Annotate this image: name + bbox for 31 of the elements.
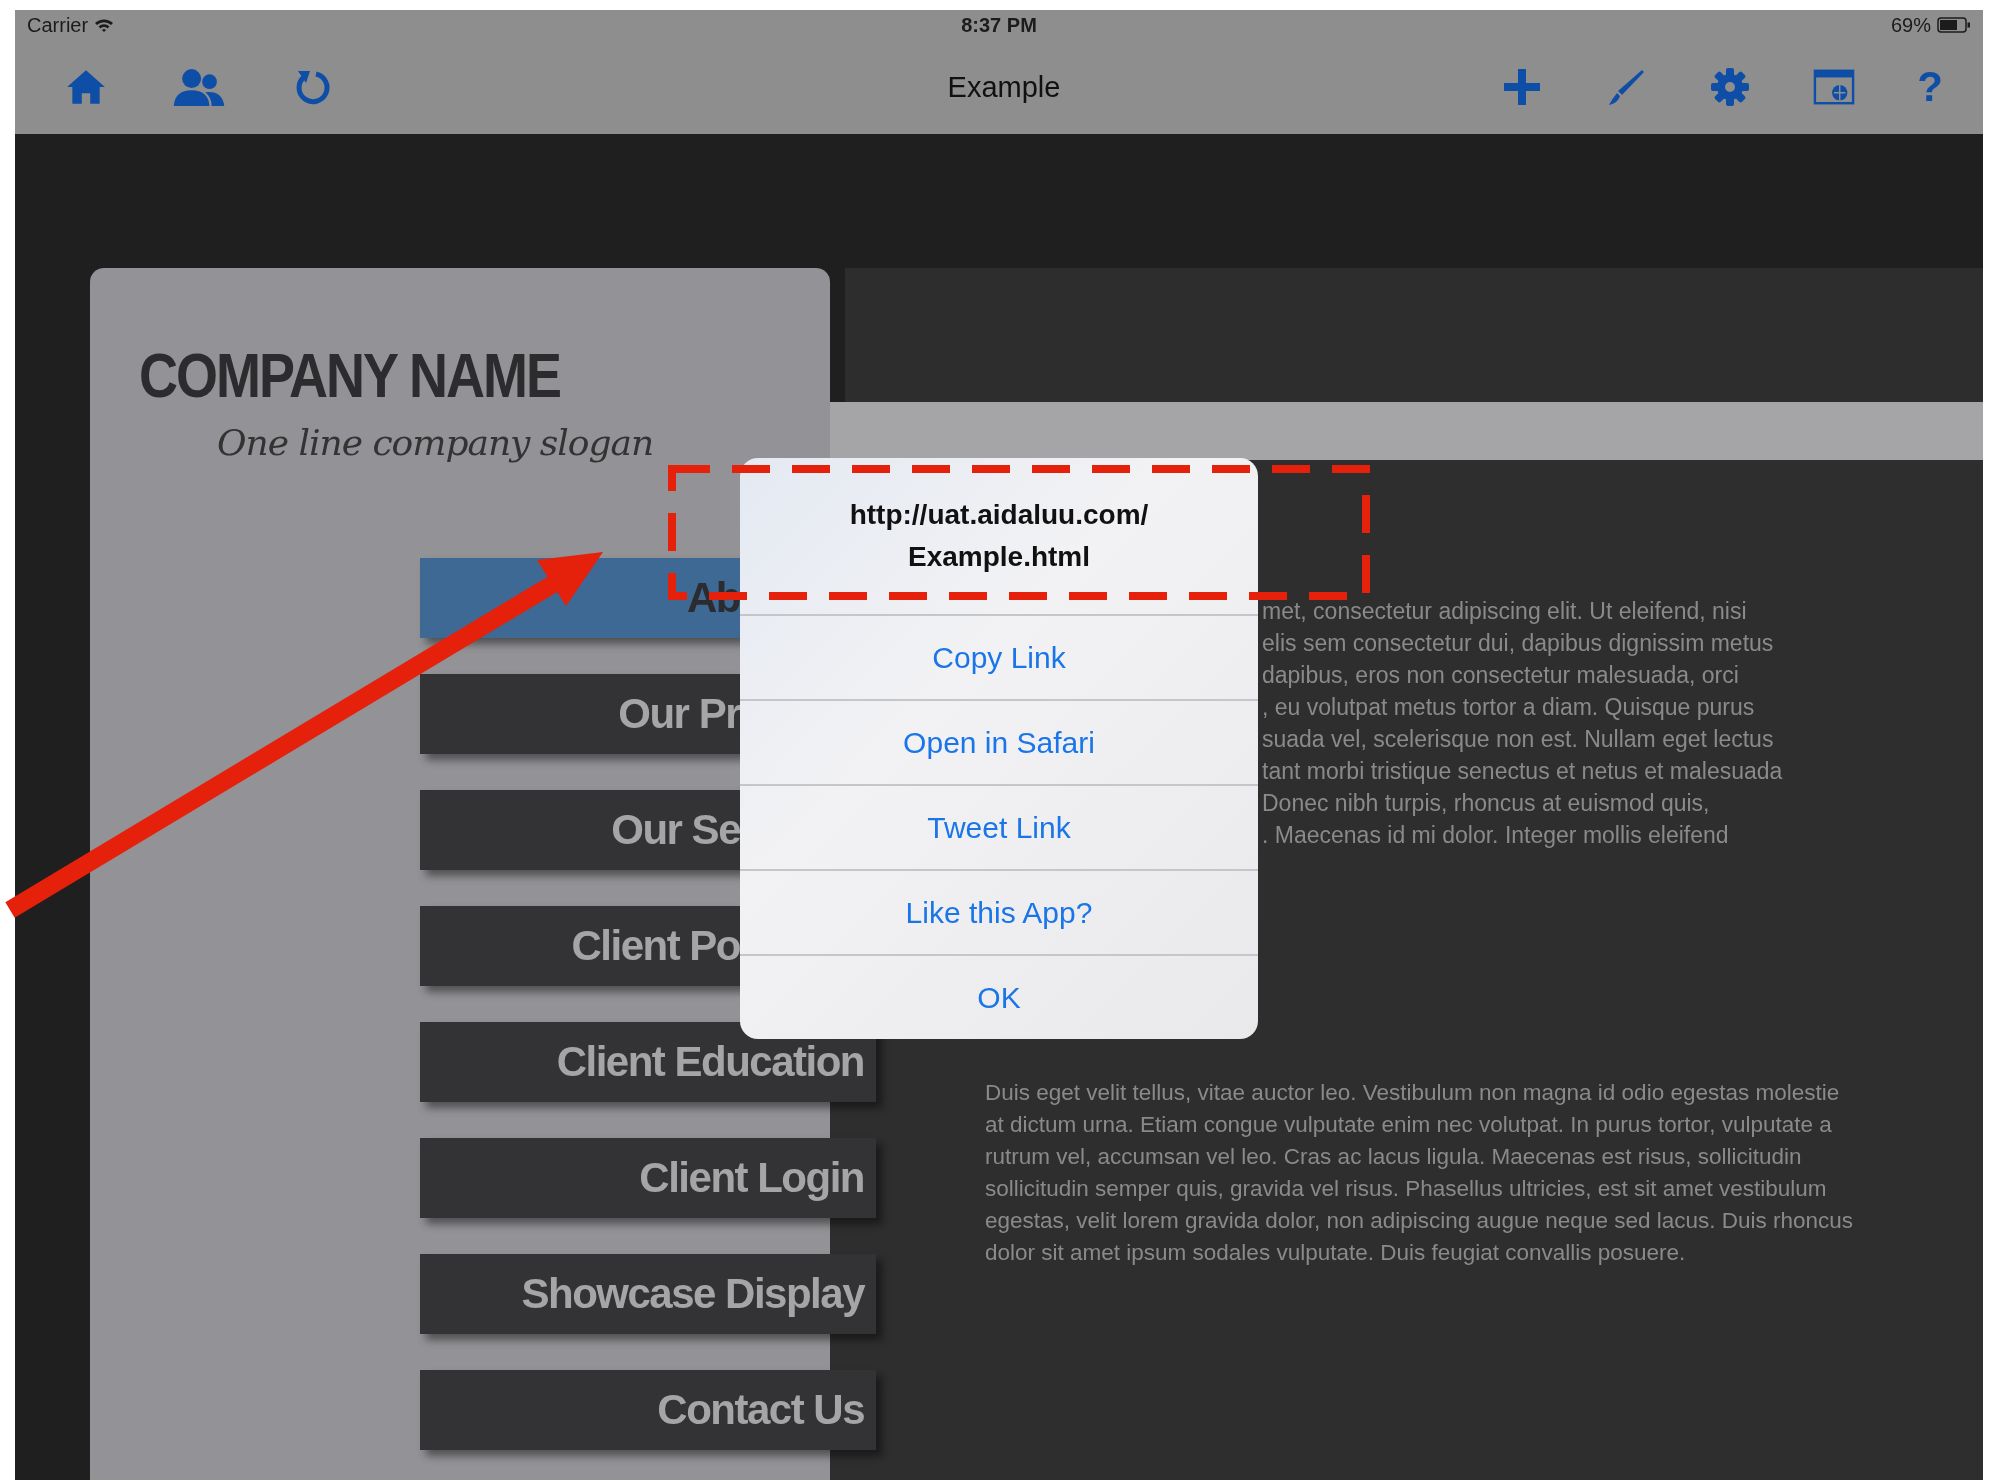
alert-action-button[interactable]: Like this App? <box>740 869 1258 954</box>
menu-button[interactable]: Showcase Display <box>420 1254 876 1334</box>
settings-icon[interactable] <box>1709 67 1752 107</box>
company-name: COMPANY NAME <box>139 343 561 407</box>
alert-action-button[interactable]: Tweet Link <box>740 784 1258 869</box>
alert-action-button[interactable]: Open in Safari <box>740 699 1258 784</box>
body-paragraph: Duis eget velit tellus, vitae auctor leo. Vestibulum non magna id odio egestas molestie at dictum urna. Etiam congue vulputate enim nec volutpat. In purus tortor, vulputate a rutrum vel, accumsan vel leo. Cras ac lacus ligula. Maecenas est risus, sollicitudin sollicitudin semper quis, gravida vel risus. Phasellus ultricies, est sit amet vestibulum egestas, velit lorem gravida dolor, non adipiscing augue neque sed lacus. Duis rhoncus dolor sit amet ipsum sodales vulputate. Duis feugiat convallis posuere. <box>985 1079 1855 1267</box>
people-icon[interactable] <box>171 67 227 107</box>
paragraph-line: Donec nibh turpis, rhoncus at euismod quis, <box>1262 789 1711 818</box>
paragraph-line: dapibus, eros non consectetur malesuada, orci <box>1262 661 1740 690</box>
toolbar-title: Example <box>947 70 1061 104</box>
battery-percentage: 69% <box>1890 13 1931 37</box>
carrier-label: Carrier <box>27 13 89 37</box>
paragraph-line: elis sem consectetur dui, dapibus dignissim metus <box>1262 629 1775 658</box>
paragraph-line: met, consectetur adipiscing elit. Ut eleifend, nisi <box>1262 597 1748 626</box>
alert-action-button[interactable]: Copy Link <box>740 614 1258 699</box>
menu-button[interactable]: Client Login <box>420 1138 876 1218</box>
browser-window-icon[interactable] <box>1813 67 1856 107</box>
paragraph-line: , eu volutpat metus tortor a diam. Quisque purus <box>1262 693 1756 722</box>
paragraph-line: . Maecenas id mi dolor. Integer mollis eleifend <box>1262 821 1730 850</box>
alert-action-button[interactable]: OK <box>740 954 1258 1039</box>
menu-button[interactable]: Client Education <box>420 1022 876 1102</box>
menu-button[interactable]: Contact Us <box>420 1370 876 1450</box>
paragraph-line: tant morbi tristique senectus et netus et malesuada <box>1262 757 1784 786</box>
alert-url-text: Example.html <box>907 540 1091 574</box>
status-time: 8:37 PM <box>961 13 1037 37</box>
alert-url-text: http://uat.aidaluu.com/ <box>849 498 1149 532</box>
wifi-icon <box>94 17 115 33</box>
company-slogan: One line company slogan <box>217 422 654 463</box>
battery-icon <box>1937 17 1971 33</box>
paragraph-line: suada vel, scelerisque non est. Nullam eget lectus <box>1262 725 1775 754</box>
